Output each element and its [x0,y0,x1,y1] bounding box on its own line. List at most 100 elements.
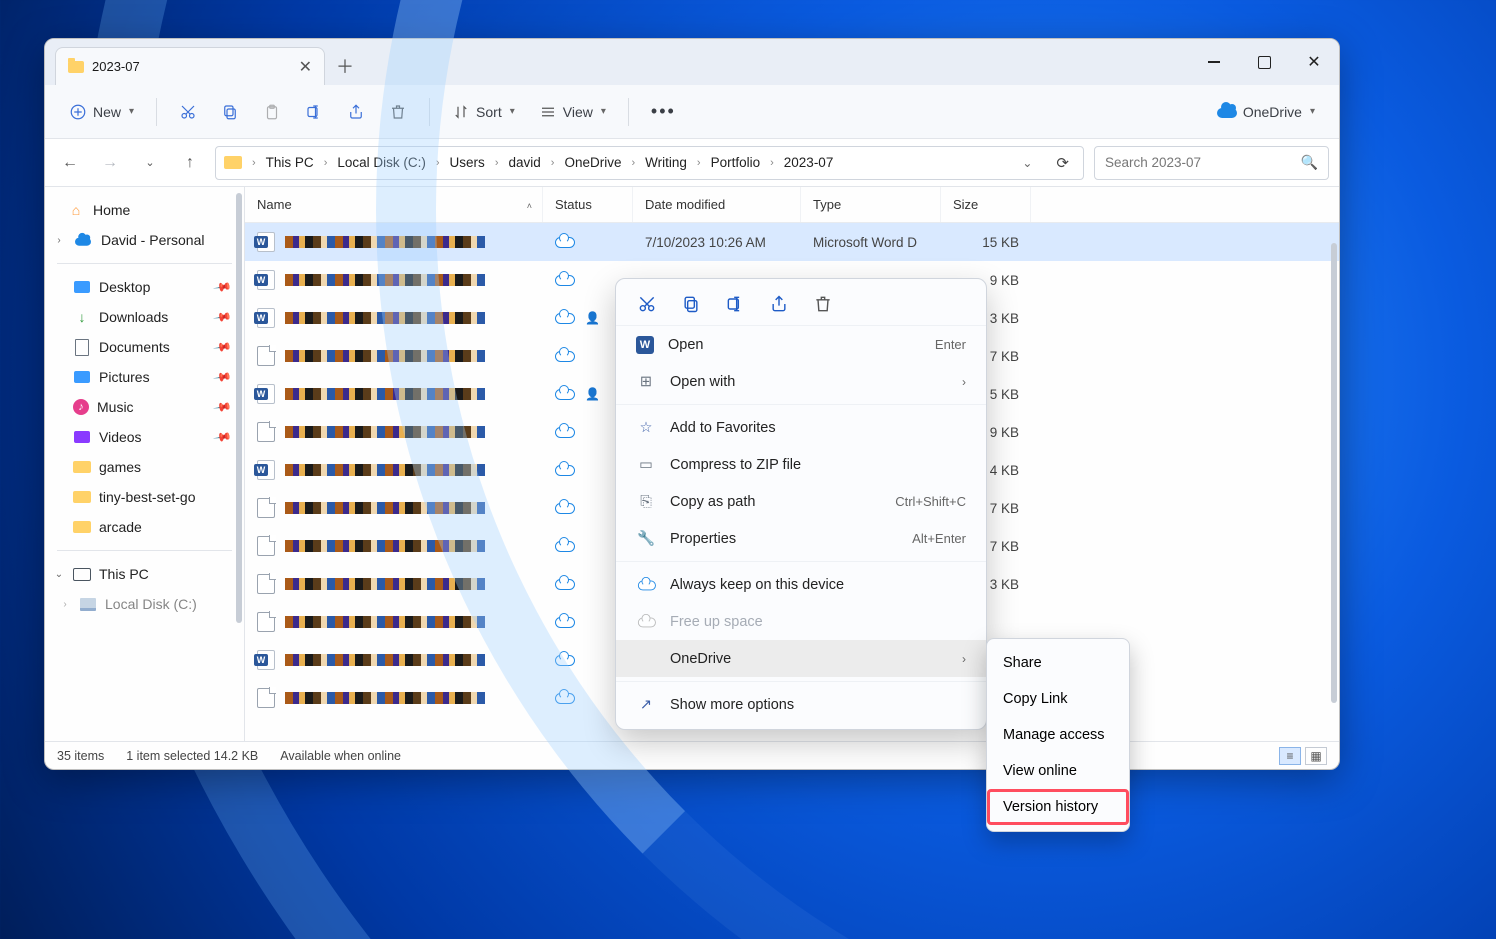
redacted-filename [285,616,485,628]
col-name[interactable]: Name˄ [245,187,543,222]
col-size[interactable]: Size [941,187,1031,222]
cloud-status-icon [555,464,573,476]
back-button[interactable]: ← [55,148,85,178]
onedrive-submenu: Share Copy Link Manage access View onlin… [986,638,1130,832]
cut-button[interactable] [169,94,207,130]
paste-button[interactable] [253,94,291,130]
sidebar-item-desktop[interactable]: Desktop📌 [45,272,244,302]
copy-icon[interactable] [680,293,702,315]
submenu-copy-link[interactable]: Copy Link [987,681,1129,717]
copy-button[interactable] [211,94,249,130]
menu-show-more[interactable]: ↗Show more options [616,686,986,723]
plus-circle-icon [69,103,87,121]
chevron-down-icon[interactable]: ⌄ [53,569,65,580]
submenu-version-history[interactable]: Version history [987,789,1129,825]
search-input[interactable]: Search 2023-07 🔍 [1094,146,1329,180]
share-icon[interactable] [768,293,790,315]
sidebar-this-pc[interactable]: ⌄This PC [45,559,244,589]
refresh-button[interactable]: ⟳ [1056,154,1069,172]
menu-compress-zip[interactable]: ▭Compress to ZIP file [616,446,986,483]
thumbnails-view-button[interactable]: ▦ [1305,747,1327,765]
onedrive-label: OneDrive [1243,104,1302,120]
view-switcher: ≡ ▦ [1279,747,1327,765]
crumb[interactable]: This PC [262,151,318,174]
folder-icon [68,61,84,73]
menu-onedrive[interactable]: OneDrive› [616,640,986,677]
sidebar-item-folder[interactable]: tiny-best-set-go [45,482,244,512]
word-file-icon [257,232,275,252]
home-icon: ⌂ [67,202,85,218]
address-dropdown[interactable]: ⌄ [1022,156,1032,170]
crumb[interactable]: david [504,151,544,174]
table-row[interactable]: 7/10/2023 10:26 AM Microsoft Word D 15 K… [245,223,1339,261]
sidebar-item-folder[interactable]: games [45,452,244,482]
rename-button[interactable] [295,94,333,130]
menu-copy-path[interactable]: ⎘Copy as pathCtrl+Shift+C [616,483,986,520]
crumb[interactable]: 2023-07 [780,151,838,174]
cut-icon[interactable] [636,293,658,315]
redacted-filename [285,426,485,438]
submenu-manage-access[interactable]: Manage access [987,717,1129,753]
share-icon [347,103,365,121]
crumb[interactable]: OneDrive [560,151,625,174]
music-icon: ♪ [73,399,89,415]
crumb[interactable]: Users [446,151,489,174]
file-icon [257,346,275,366]
more-button[interactable]: ••• [641,94,686,130]
status-bar: 35 items 1 item selected 14.2 KB Availab… [45,741,1339,769]
new-button[interactable]: New▾ [59,94,144,130]
sidebar-item-pictures[interactable]: Pictures📌 [45,362,244,392]
document-icon [73,339,91,355]
minimize-button[interactable] [1189,39,1239,85]
redacted-filename [285,312,485,324]
redacted-filename [285,502,485,514]
breadcrumb[interactable]: › This PC› Local Disk (C:)› Users› david… [215,146,1084,180]
crumb[interactable]: Portfolio [707,151,765,174]
tab-active[interactable]: 2023-07 ✕ [55,47,325,85]
tab-close-icon[interactable]: ✕ [299,57,312,77]
view-button[interactable]: View▾ [529,94,616,130]
crumb[interactable]: Local Disk (C:) [333,151,430,174]
share-button[interactable] [337,94,375,130]
sidebar-item-downloads[interactable]: ↓Downloads📌 [45,302,244,332]
crumb[interactable]: Writing [641,151,691,174]
sidebar-item-folder[interactable]: arcade [45,512,244,542]
new-tab-button[interactable]: ＋ [325,47,365,85]
col-date[interactable]: Date modified [633,187,801,222]
sort-button[interactable]: Sort▾ [442,94,525,130]
redacted-filename [285,540,485,552]
submenu-view-online[interactable]: View online [987,753,1129,789]
menu-open[interactable]: WOpenEnter [616,326,986,363]
forward-button[interactable]: → [95,148,125,178]
maximize-button[interactable] [1239,39,1289,85]
recent-dropdown[interactable]: ⌄ [135,148,165,178]
videos-icon [73,429,91,445]
col-status[interactable]: Status [543,187,633,222]
sidebar-onedrive-personal[interactable]: ›David - Personal [45,225,244,255]
sidebar-item-disk[interactable]: ›Local Disk (C:) [45,589,244,619]
menu-add-favorites[interactable]: ☆Add to Favorites [616,409,986,446]
rename-icon[interactable] [724,293,746,315]
sidebar-item-music[interactable]: ♪Music📌 [45,392,244,422]
chevron-right-icon[interactable]: › [59,599,71,610]
sidebar-item-videos[interactable]: Videos📌 [45,422,244,452]
onedrive-button[interactable]: OneDrive▾ [1207,94,1325,130]
cloud-status-icon [555,426,573,438]
chevron-right-icon[interactable]: › [53,235,65,246]
menu-open-with[interactable]: ⊞Open with› [616,363,986,400]
submenu-share[interactable]: Share [987,645,1129,681]
details-view-button[interactable]: ≡ [1279,747,1301,765]
up-button[interactable]: ↑ [175,148,205,178]
search-icon: 🔍 [1301,154,1318,171]
delete-button[interactable] [379,94,417,130]
sidebar-home[interactable]: ⌂Home [45,195,244,225]
sidebar-item-documents[interactable]: Documents📌 [45,332,244,362]
pin-icon: 📌 [212,367,232,387]
menu-keep-on-device[interactable]: Always keep on this device [616,566,986,603]
copy-icon [221,103,239,121]
menu-properties[interactable]: 🔧PropertiesAlt+Enter [616,520,986,557]
delete-icon[interactable] [812,293,834,315]
col-type[interactable]: Type [801,187,941,222]
close-button[interactable]: ✕ [1289,39,1339,85]
pictures-icon [73,369,91,385]
